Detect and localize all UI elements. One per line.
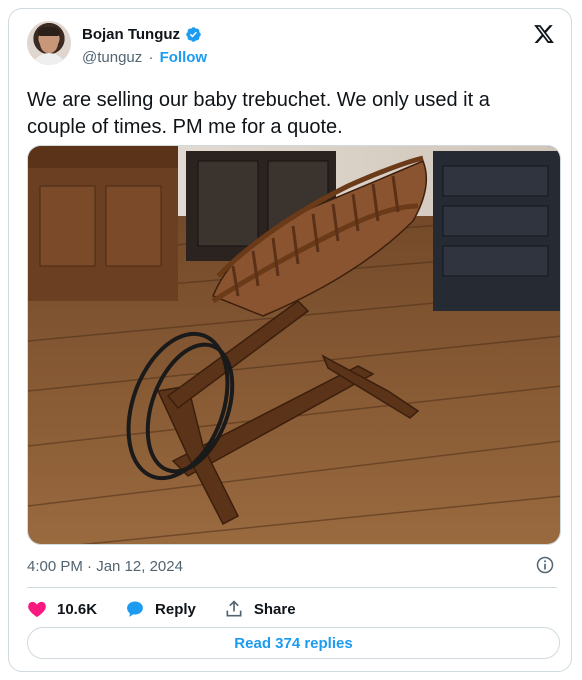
read-replies-button[interactable]: Read 374 replies	[27, 627, 560, 659]
info-icon[interactable]	[535, 555, 555, 575]
tweet-text: We are selling our baby trebuchet. We on…	[27, 89, 496, 138]
share-label: Share	[253, 600, 296, 618]
tweet-timestamp[interactable]: 4:00 PM · Jan 12, 2024	[27, 558, 183, 575]
author-handle-line: @tunguz · Follow	[82, 49, 207, 66]
follow-button[interactable]: Follow	[160, 49, 208, 66]
tweet-card: Bojan Tunguz @tunguz · Follow We are sel…	[8, 8, 572, 672]
share-button[interactable]: Share	[224, 599, 296, 619]
action-bar: 10.6K Reply Share	[27, 598, 324, 620]
tweet-media[interactable]	[27, 145, 561, 545]
divider	[27, 587, 557, 588]
reply-button[interactable]: Reply	[125, 599, 196, 619]
author-name[interactable]: Bojan Tunguz	[82, 26, 180, 43]
like-count: 10.6K	[57, 600, 98, 618]
x-logo-icon[interactable]	[533, 23, 555, 45]
like-button[interactable]: 10.6K	[27, 599, 97, 619]
author-handle[interactable]: @tunguz	[82, 49, 142, 66]
separator: ·	[148, 49, 154, 66]
heart-icon	[28, 601, 46, 617]
reply-label: Reply	[155, 600, 196, 618]
verified-badge-icon	[186, 27, 201, 42]
avatar[interactable]	[27, 21, 71, 65]
cradle-photo	[28, 146, 560, 544]
reply-bubble-icon	[127, 601, 143, 617]
share-icon	[226, 600, 242, 617]
